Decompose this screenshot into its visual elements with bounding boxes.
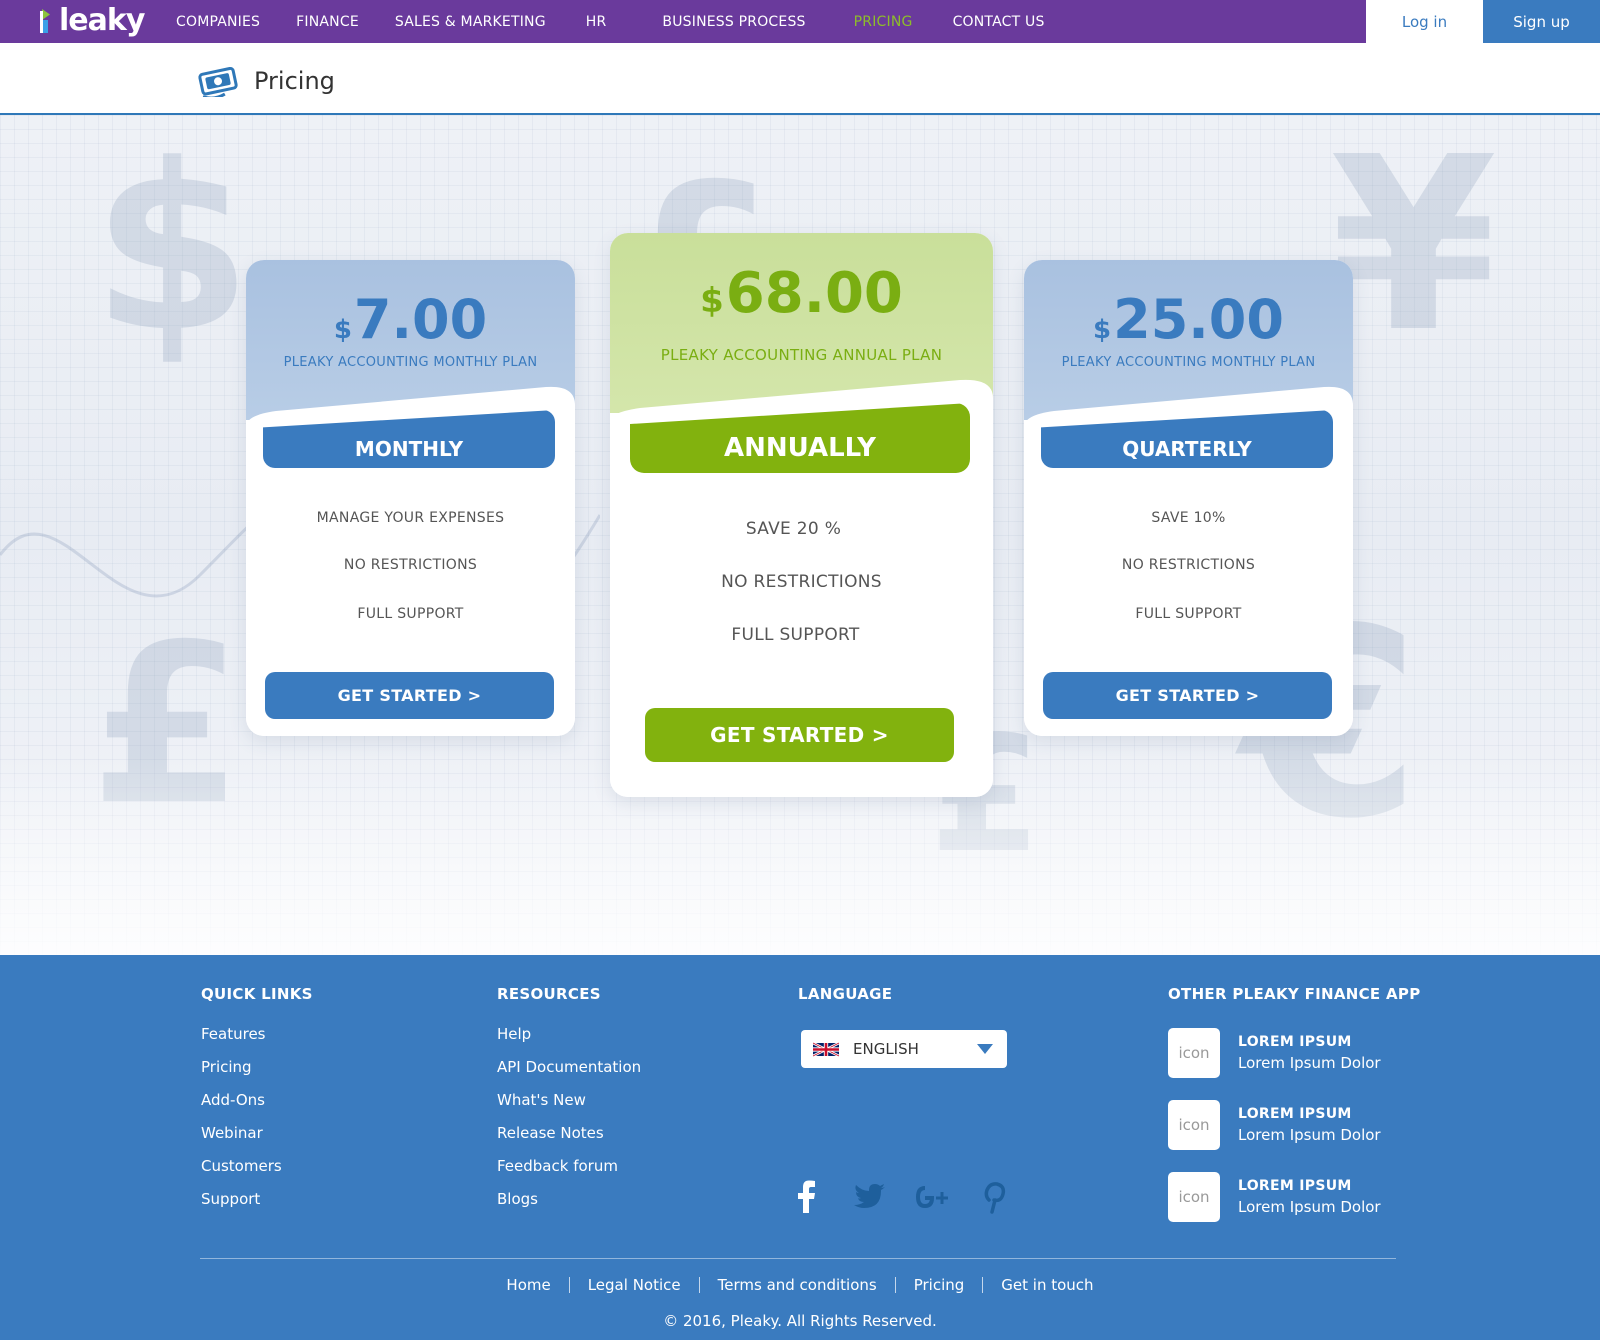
twitter-icon[interactable]: [852, 1180, 886, 1214]
google-plus-icon[interactable]: [912, 1180, 952, 1214]
feature-item: SAVE 20 %: [745, 519, 842, 539]
plan-name: PLEAKY ACCOUNTING MONTHLY PLAN: [283, 355, 538, 370]
footer-divider: [200, 1258, 1396, 1259]
footer-link-support[interactable]: Support: [201, 1188, 313, 1221]
footer-link-features[interactable]: Features: [201, 1023, 313, 1056]
app-placeholder-icon: icon: [1168, 1028, 1220, 1078]
nav-item-pricing[interactable]: PRICING: [854, 14, 913, 30]
footer-bottom-link-terms[interactable]: Terms and conditions: [700, 1277, 896, 1293]
footer-bottom-link-pricing[interactable]: Pricing: [896, 1277, 984, 1293]
page-header: Pricing: [0, 43, 1600, 115]
footer-link-add-ons[interactable]: Add-Ons: [201, 1089, 313, 1122]
price-value: 68.00: [725, 261, 903, 326]
price-value: 25.00: [1113, 288, 1284, 351]
nav-item-contact-us[interactable]: CONTACT US: [953, 14, 1045, 30]
footer-bottom-links: Home Legal Notice Terms and conditions P…: [0, 1277, 1600, 1293]
feature-item: NO RESTRICTIONS: [721, 572, 882, 592]
get-started-button-monthly[interactable]: GET STARTED >: [265, 672, 554, 719]
copyright-text: © 2016, Pleaky. All Rights Reserved.: [663, 1312, 937, 1330]
signup-button[interactable]: Sign up: [1483, 0, 1600, 43]
feature-item: SAVE 10%: [1151, 510, 1226, 526]
pleaky-logo[interactable]: leaky: [40, 3, 145, 39]
app-item[interactable]: icon LOREM IPSUM Lorem Ipsum Dolor: [1168, 1028, 1381, 1078]
pricing-card-quarterly: $25.00 PLEAKY ACCOUNTING MONTHLY PLAN QU…: [1024, 260, 1353, 736]
nav-item-hr[interactable]: HR: [586, 14, 607, 30]
feature-item: FULL SUPPORT: [1135, 606, 1242, 622]
footer-bottom-link-legal-notice[interactable]: Legal Notice: [570, 1277, 700, 1293]
language-selected-value: ENGLISH: [853, 1040, 919, 1058]
login-button[interactable]: Log in: [1366, 0, 1483, 43]
footer-link-customers[interactable]: Customers: [201, 1155, 313, 1188]
currency-symbol: $: [700, 281, 724, 321]
other-apps-column: OTHER PLEAKY FINANCE APP: [1168, 985, 1421, 1023]
footer-link-webinar[interactable]: Webinar: [201, 1122, 313, 1155]
quick-links-column: QUICK LINKS Features Pricing Add-Ons Web…: [201, 985, 313, 1221]
pricing-card-monthly: $7.00 PLEAKY ACCOUNTING MONTHLY PLAN MON…: [246, 260, 575, 736]
language-column: LANGUAGE: [798, 985, 892, 1023]
app-item[interactable]: icon LOREM IPSUM Lorem Ipsum Dolor: [1168, 1100, 1381, 1150]
currency-symbol: $: [1093, 315, 1112, 345]
nav-item-finance[interactable]: FINANCE: [296, 14, 359, 30]
currency-symbol: $: [333, 315, 352, 345]
facebook-icon[interactable]: [790, 1180, 824, 1214]
footer-link-release-notes[interactable]: Release Notes: [497, 1122, 641, 1155]
price-value: 7.00: [353, 288, 488, 351]
get-started-button-annually[interactable]: GET STARTED >: [645, 708, 954, 762]
feature-item: NO RESTRICTIONS: [343, 557, 478, 573]
feature-item: MANAGE YOUR EXPENSES: [316, 510, 505, 526]
feature-item: NO RESTRICTIONS: [1121, 557, 1256, 573]
app-title: LOREM IPSUM: [1238, 1178, 1352, 1194]
footer-bottom-link-get-in-touch[interactable]: Get in touch: [983, 1277, 1111, 1293]
footer-link-help[interactable]: Help: [497, 1023, 641, 1056]
language-heading: LANGUAGE: [798, 985, 893, 1003]
site-footer: QUICK LINKS Features Pricing Add-Ons Web…: [0, 955, 1600, 1340]
yen-sign-watermark: ¥: [1330, 115, 1497, 385]
get-started-button-quarterly[interactable]: GET STARTED >: [1043, 672, 1332, 719]
top-navigation-bar: leaky COMPANIES FINANCE SALES & MARKETIN…: [0, 0, 1600, 43]
money-bill-icon: [198, 66, 238, 97]
plan-name: PLEAKY ACCOUNTING ANNUAL PLAN: [660, 346, 943, 364]
app-title: LOREM IPSUM: [1238, 1106, 1352, 1122]
pleaky-logo-mark-icon: [40, 9, 58, 33]
plan-price: $68.00: [610, 261, 993, 326]
pricing-hero-section: $ £ ¥ £ £ € $7.00 PLEAKY ACCOUNTING MONT…: [0, 115, 1600, 955]
language-select[interactable]: ENGLISH: [801, 1030, 1007, 1068]
resources-heading: RESOURCES: [497, 985, 601, 1003]
footer-bottom-link-home[interactable]: Home: [488, 1277, 570, 1293]
feature-item: FULL SUPPORT: [357, 606, 464, 622]
app-item[interactable]: icon LOREM IPSUM Lorem Ipsum Dolor: [1168, 1172, 1381, 1222]
footer-link-whats-new[interactable]: What's New: [497, 1089, 641, 1122]
page-title: Pricing: [254, 67, 335, 95]
app-placeholder-icon: icon: [1168, 1100, 1220, 1150]
footer-link-feedback-forum[interactable]: Feedback forum: [497, 1155, 641, 1188]
nav-item-companies[interactable]: COMPANIES: [176, 14, 260, 30]
chevron-down-icon: [977, 1044, 993, 1054]
main-menu: COMPANIES FINANCE SALES & MARKETING HR B…: [176, 0, 1081, 43]
plan-name: PLEAKY ACCOUNTING MONTHLY PLAN: [1061, 355, 1316, 370]
plan-price: $7.00: [246, 288, 575, 351]
quick-links-heading: QUICK LINKS: [201, 985, 313, 1003]
app-title: LOREM IPSUM: [1238, 1034, 1352, 1050]
other-apps-heading: OTHER PLEAKY FINANCE APP: [1168, 985, 1421, 1003]
logo-text: leaky: [59, 3, 145, 38]
dollar-sign-watermark: $: [92, 116, 253, 383]
plan-price: $25.00: [1024, 288, 1353, 351]
nav-item-business-process[interactable]: BUSINESS PROCESS: [662, 14, 805, 30]
footer-link-blogs[interactable]: Blogs: [497, 1188, 641, 1221]
footer-link-api-documentation[interactable]: API Documentation: [497, 1056, 641, 1089]
uk-flag-icon: [813, 1041, 839, 1057]
app-subtitle: Lorem Ipsum Dolor: [1238, 1054, 1381, 1072]
footer-link-pricing[interactable]: Pricing: [201, 1056, 313, 1089]
resources-column: RESOURCES Help API Documentation What's …: [497, 985, 641, 1221]
feature-item: FULL SUPPORT: [731, 625, 860, 645]
app-subtitle: Lorem Ipsum Dolor: [1238, 1198, 1381, 1216]
pricing-card-annually: $68.00 PLEAKY ACCOUNTING ANNUAL PLAN ANN…: [610, 233, 993, 797]
pinterest-icon[interactable]: [976, 1180, 1010, 1214]
nav-item-sales-marketing[interactable]: SALES & MARKETING: [395, 14, 546, 30]
app-subtitle: Lorem Ipsum Dolor: [1238, 1126, 1381, 1144]
app-placeholder-icon: icon: [1168, 1172, 1220, 1222]
